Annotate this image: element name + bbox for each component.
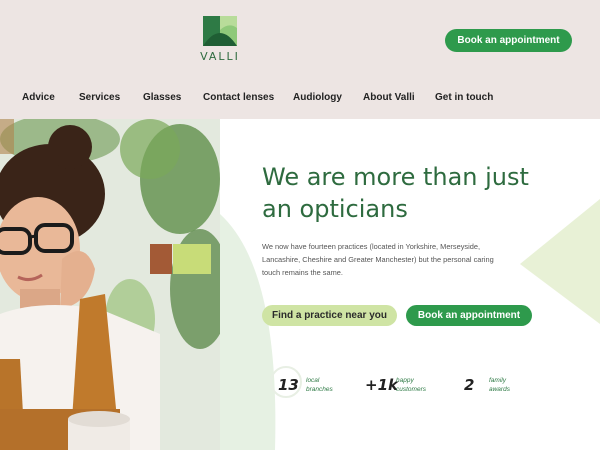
stat-label-line-1: local [306, 377, 320, 384]
logo[interactable]: VALLI [200, 16, 240, 63]
stat-label: family awards [489, 376, 529, 394]
stat-label-line-2: customers [396, 386, 426, 393]
hero-photo [0, 119, 220, 450]
hero-title-line-2: an opticians [262, 195, 408, 223]
stat-label: happy customers [396, 376, 436, 394]
header-book-appointment-button[interactable]: Book an appointment [445, 29, 572, 52]
nav-item-audiology[interactable]: Audiology [293, 92, 342, 103]
stat-branches: 13 local branches [270, 366, 358, 402]
stat-label-line-2: branches [306, 386, 333, 393]
hero-description: We now have fourteen practices (located … [262, 242, 494, 277]
valli-logo-icon [203, 16, 237, 46]
stat-label-line-1: happy [396, 377, 414, 384]
book-appointment-button[interactable]: Book an appointment [406, 305, 532, 326]
nav-item-advice[interactable]: Advice [22, 92, 55, 103]
main-nav: Advice Services Glasses Contact lenses A… [0, 92, 600, 106]
site-header: VALLI Book an appointment Advice Service… [0, 0, 600, 119]
stat-label-line-2: awards [489, 386, 510, 393]
stat-value: 2 [464, 376, 475, 394]
hero-title: We are more than just an opticians [262, 161, 592, 225]
stat-label: local branches [306, 376, 346, 394]
nav-item-glasses[interactable]: Glasses [143, 92, 181, 103]
nav-item-get-in-touch[interactable]: Get in touch [435, 92, 493, 103]
find-practice-button[interactable]: Find a practice near you [262, 305, 397, 326]
hero-section: We are more than just an opticians We no… [220, 119, 600, 450]
stat-customers: +1k happy customers [365, 372, 455, 402]
nav-item-contact-lenses[interactable]: Contact lenses [203, 92, 274, 103]
brand-name: VALLI [200, 50, 240, 63]
hero-title-line-1: We are more than just [262, 163, 529, 191]
nav-item-about-valli[interactable]: About Valli [363, 92, 415, 103]
stat-value: 13 [278, 376, 299, 394]
nav-item-services[interactable]: Services [79, 92, 120, 103]
stat-awards: 2 family awards [464, 372, 534, 402]
woman-with-glasses-image [0, 119, 220, 450]
stat-label-line-1: family [489, 377, 506, 384]
stat-value: +1k [365, 376, 398, 394]
